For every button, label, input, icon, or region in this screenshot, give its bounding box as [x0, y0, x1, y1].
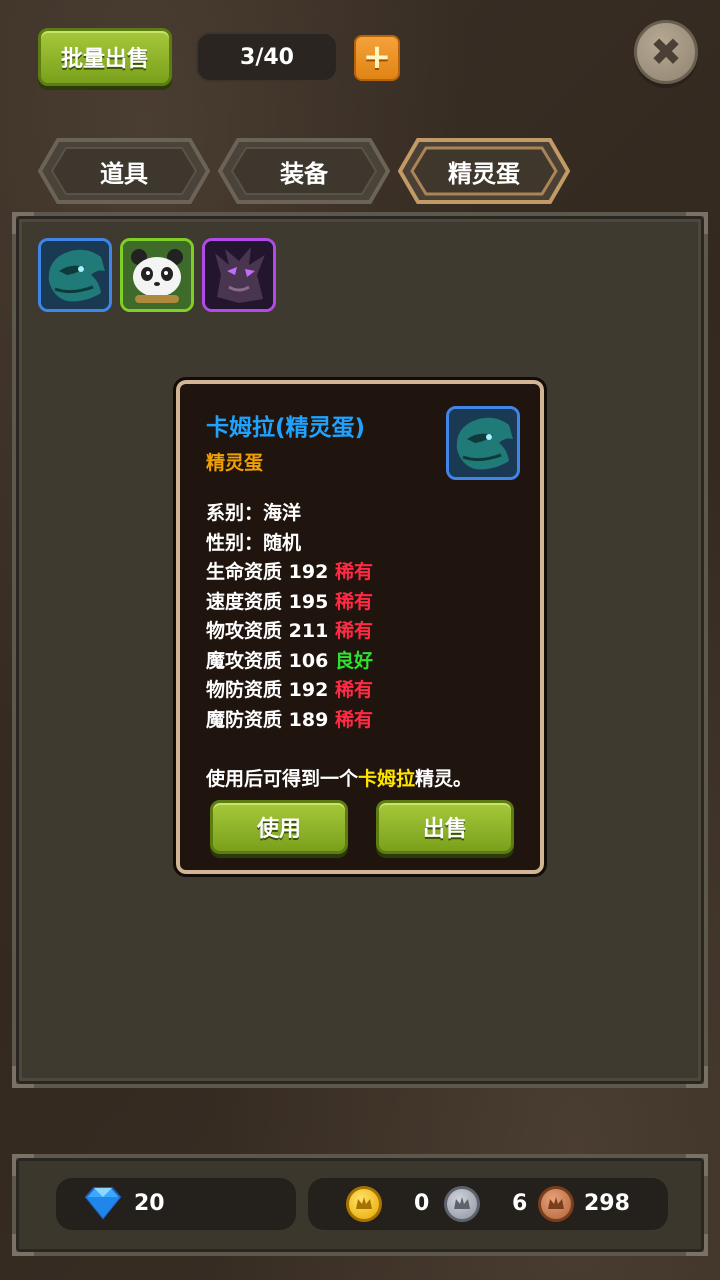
- inventory-slot-teal-dragon-egg[interactable]: [38, 238, 112, 312]
- gender-label: 性别：: [206, 531, 264, 554]
- bronze-count: 298: [584, 1191, 630, 1216]
- tab-spirit-eggs[interactable]: 精灵蛋: [398, 138, 570, 204]
- panda-egg-icon: [123, 241, 191, 309]
- stat-row-physical-attack: 物攻资质 211 稀有: [206, 616, 373, 646]
- stat-label: 速度资质: [206, 590, 283, 613]
- desc-prefix: 使用后可得到一个: [206, 768, 359, 790]
- stat-grade: 良好: [334, 649, 373, 672]
- stat-value: 211: [288, 620, 329, 642]
- use-button[interactable]: 使用: [210, 800, 348, 854]
- stat-row-physical-defense: 物防资质 192 稀有: [206, 675, 373, 705]
- stat-value: 106: [288, 649, 329, 672]
- panel-corner: [12, 1066, 34, 1088]
- plus-icon: +: [362, 36, 392, 77]
- tab-equipment[interactable]: 装备: [218, 138, 390, 204]
- close-icon: ✖: [650, 30, 682, 74]
- desc-highlight: 卡姆拉: [358, 768, 416, 790]
- gender-value: 随机: [263, 531, 302, 554]
- diamond-icon: [84, 1187, 122, 1220]
- stat-grade: 稀有: [334, 708, 373, 731]
- stat-label: 魔防资质: [206, 708, 283, 731]
- silver-coin-icon: [444, 1186, 480, 1222]
- panel-corner: [686, 1066, 708, 1088]
- series-label: 系别：: [206, 502, 264, 524]
- stat-value: 189: [288, 708, 329, 731]
- item-type: 精灵蛋: [206, 452, 264, 474]
- panel-corner: [686, 1234, 708, 1256]
- panel-corner: [12, 212, 34, 234]
- bronze-coin-icon: [538, 1186, 574, 1222]
- inventory-slot-panda-egg[interactable]: [120, 238, 194, 312]
- item-icon-frame: [446, 406, 520, 480]
- currency-bar: 20 0 6 298: [12, 1154, 708, 1256]
- dark-beast-egg-icon: [205, 241, 273, 309]
- expand-capacity-button[interactable]: +: [354, 35, 400, 81]
- gender-row: 性别：随机: [206, 528, 373, 558]
- tab-label: 道具: [100, 159, 148, 188]
- stat-label: 生命资质: [206, 561, 283, 583]
- gold-count: 0: [414, 1191, 430, 1216]
- sell-button[interactable]: 出售: [376, 800, 514, 854]
- stat-grade: 稀有: [334, 590, 373, 613]
- stat-row-magic-defense: 魔防资质 189 稀有: [206, 705, 373, 735]
- stat-label: 魔攻资质: [206, 649, 283, 672]
- item-stats: 系别：海洋 性别：随机 生命资质 192 稀有 速度资质 195 稀有 物攻资质…: [206, 498, 373, 734]
- panel-corner: [12, 1234, 34, 1256]
- stat-row-magic-attack: 魔攻资质 106 良好: [206, 646, 373, 676]
- gem-balance: 20: [56, 1178, 296, 1230]
- stat-label: 物攻资质: [206, 620, 283, 642]
- teal-dragon-egg-icon: [449, 409, 517, 477]
- stat-row-speed: 速度资质 195 稀有: [206, 587, 373, 617]
- stat-value: 192: [288, 561, 329, 583]
- inventory-slot-dark-beast-egg[interactable]: [202, 238, 276, 312]
- panel-corner: [686, 1154, 708, 1176]
- coin-balance: 0 6 298: [308, 1178, 668, 1230]
- gem-count: 20: [134, 1191, 165, 1216]
- close-button[interactable]: ✖: [634, 20, 698, 84]
- tab-label: 精灵蛋: [448, 159, 520, 188]
- stat-grade: 稀有: [334, 620, 373, 642]
- desc-suffix: 精灵。: [415, 768, 473, 790]
- series-value: 海洋: [263, 502, 302, 524]
- teal-dragon-egg-icon: [41, 241, 109, 309]
- item-description: 使用后可得到一个卡姆拉精灵。: [206, 764, 472, 791]
- item-name: 卡姆拉(精灵蛋): [206, 415, 366, 441]
- egg-detail-popup: 卡姆拉(精灵蛋) 精灵蛋 系别：海洋 性别：随机 生命资质 192 稀有 速度资…: [173, 377, 547, 877]
- stat-value: 192: [288, 679, 329, 701]
- inventory-capacity: 3/40: [196, 32, 338, 82]
- tab-label: 装备: [280, 159, 328, 188]
- tab-items[interactable]: 道具: [38, 138, 210, 204]
- stat-row-hp: 生命资质 192 稀有: [206, 557, 373, 587]
- silver-count: 6: [512, 1191, 528, 1216]
- stat-grade: 稀有: [334, 679, 373, 701]
- stat-grade: 稀有: [334, 561, 373, 583]
- gold-coin-icon: [346, 1186, 382, 1222]
- panel-corner: [12, 1154, 34, 1176]
- bulk-sell-button[interactable]: 批量出售: [38, 28, 172, 86]
- series-row: 系别：海洋: [206, 498, 373, 528]
- stat-value: 195: [288, 590, 329, 613]
- panel-corner: [686, 212, 708, 234]
- stat-label: 物防资质: [206, 679, 283, 701]
